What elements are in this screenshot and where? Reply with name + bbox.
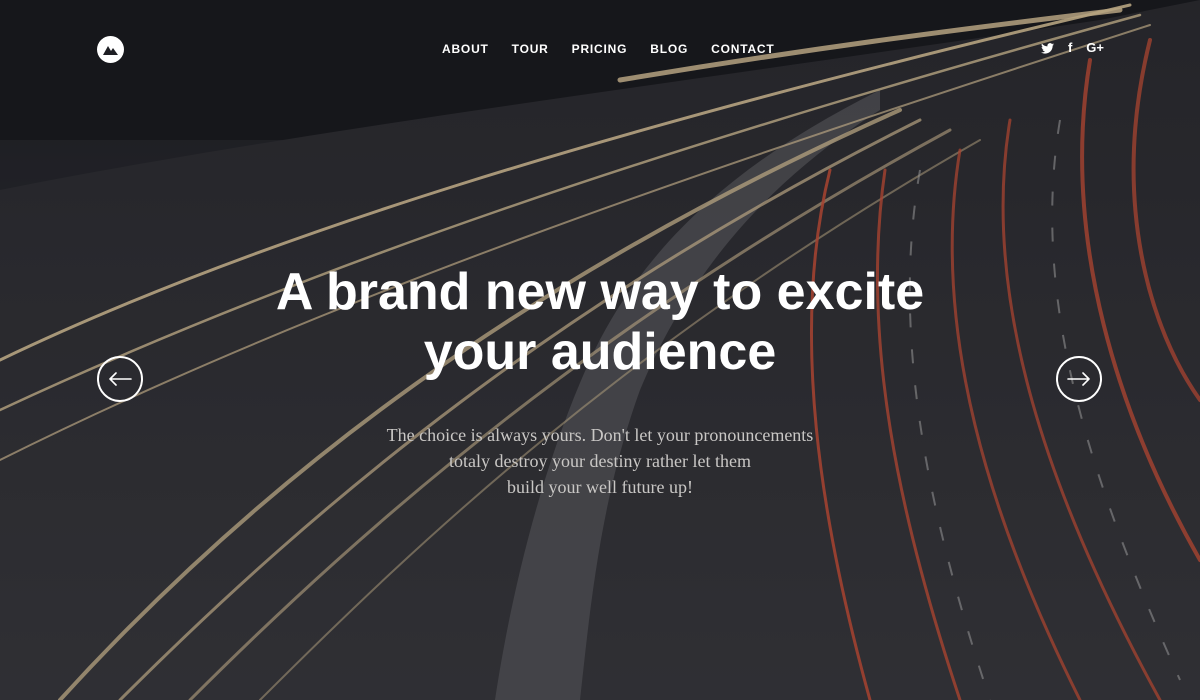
headline-line: your audience xyxy=(423,323,777,381)
prev-slide-button[interactable] xyxy=(97,356,143,402)
twitter-icon xyxy=(1040,42,1054,54)
subtext-line: build your well future up! xyxy=(507,477,693,497)
facebook-link[interactable]: f xyxy=(1068,40,1072,56)
facebook-icon: f xyxy=(1067,40,1073,55)
mountain-logo-icon xyxy=(103,46,118,55)
main-nav: ABOUT TOUR PRICING BLOG CONTACT xyxy=(442,41,798,57)
nav-item-about[interactable]: ABOUT xyxy=(442,41,489,57)
subtext-line: The choice is always yours. Don't let yo… xyxy=(386,425,814,445)
google-plus-link[interactable]: G+ xyxy=(1086,40,1104,56)
twitter-link[interactable] xyxy=(1040,42,1054,54)
site-logo[interactable] xyxy=(97,36,124,63)
nav-item-pricing[interactable]: PRICING xyxy=(572,41,628,57)
nav-item-blog[interactable]: BLOG xyxy=(650,41,688,57)
social-links: f G+ xyxy=(1040,40,1104,56)
hero-section: ABOUT TOUR PRICING BLOG CONTACT f G+ A b… xyxy=(0,0,1200,700)
arrow-left-icon xyxy=(109,372,132,386)
hero-headline: A brand new way to excite your audience xyxy=(0,262,1200,382)
nav-item-contact[interactable]: CONTACT xyxy=(711,41,774,57)
headline-line: A brand new way to excite xyxy=(275,263,925,321)
google-plus-icon: G+ xyxy=(1086,40,1104,55)
subtext-line: totaly destroy your destiny rather let t… xyxy=(449,451,751,471)
nav-item-tour[interactable]: TOUR xyxy=(512,41,549,57)
arrow-right-icon xyxy=(1067,372,1090,386)
next-slide-button[interactable] xyxy=(1056,356,1102,402)
hero-subtext: The choice is always yours. Don't let yo… xyxy=(0,422,1200,500)
